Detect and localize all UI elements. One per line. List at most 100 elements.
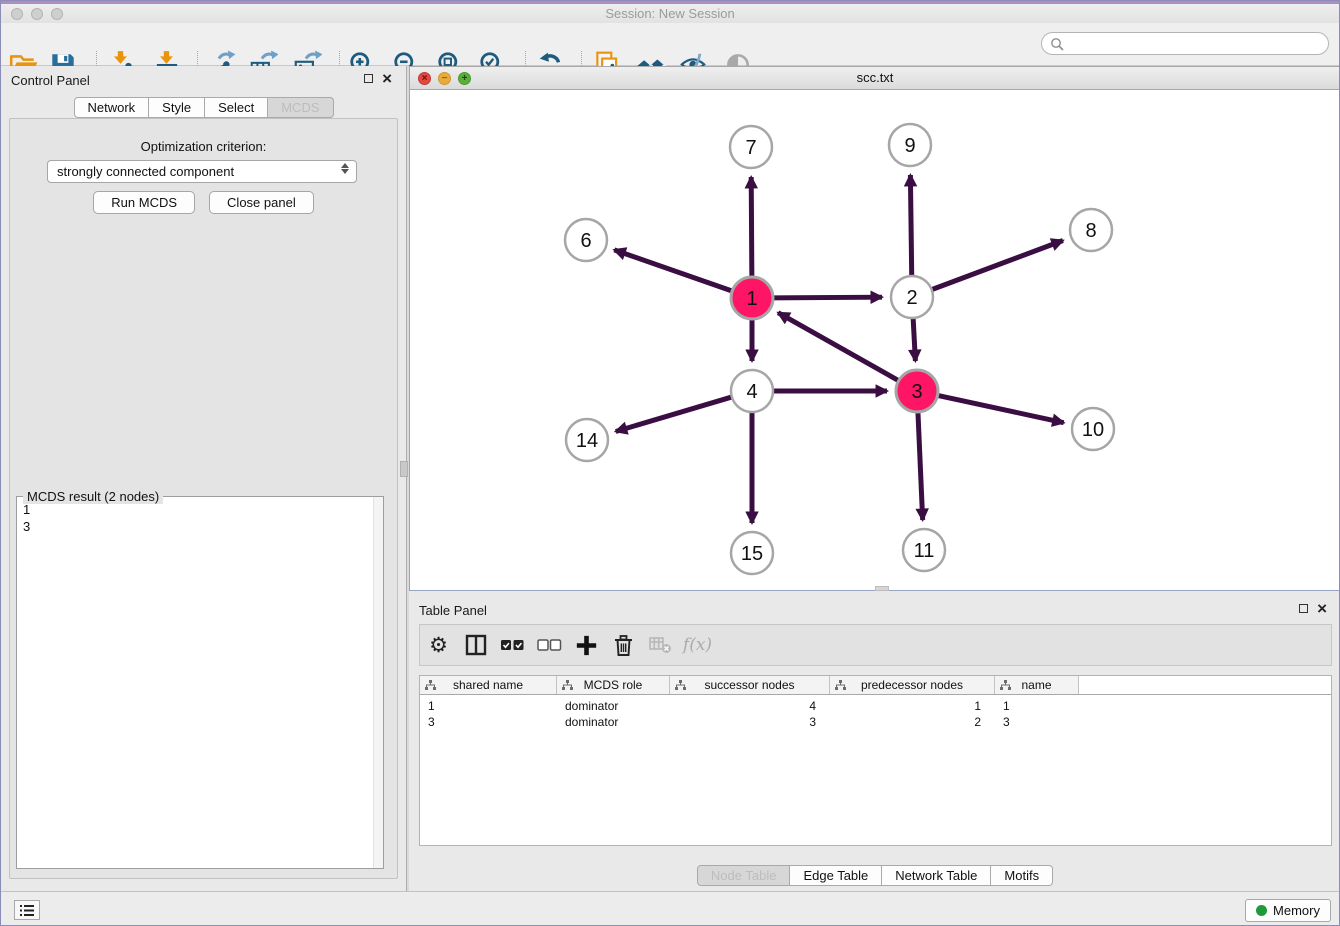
column-header-successor-nodes[interactable]: successor nodes	[670, 676, 830, 694]
tab-node-table[interactable]: Node Table	[697, 865, 791, 886]
search-box[interactable]	[1041, 32, 1329, 55]
mcds-result-text[interactable]: 13	[17, 499, 371, 868]
network-window-titlebar[interactable]: × − + scc.txt	[409, 66, 1340, 90]
tab-select[interactable]: Select	[205, 97, 268, 118]
window-title: Session: New Session	[1, 4, 1339, 23]
splitter-handle[interactable]	[400, 461, 408, 477]
select-all-check-icon[interactable]	[494, 628, 531, 662]
network-close-button[interactable]: ×	[418, 72, 431, 85]
tab-edge-table[interactable]: Edge Table	[790, 865, 882, 886]
optimization-criterion-dropdown[interactable]: strongly connected component	[47, 160, 357, 183]
delete-table-icon	[642, 628, 679, 662]
node-label-14: 14	[576, 430, 598, 452]
tab-style[interactable]: Style	[149, 97, 205, 118]
table-panel-tabs: Node TableEdge TableNetwork TableMotifs	[409, 865, 1340, 886]
mcds-panel: Optimization criterion: strongly connect…	[9, 118, 398, 879]
status-bar: Memory	[1, 891, 1339, 926]
run-mcds-button[interactable]: Run MCDS	[93, 191, 195, 214]
hierarchy-icon	[562, 680, 573, 691]
dropdown-value: strongly connected component	[57, 164, 234, 179]
search-icon	[1050, 37, 1065, 52]
hierarchy-icon	[835, 680, 846, 691]
float-panel-icon[interactable]	[364, 74, 373, 83]
network-zoom-button[interactable]: +	[458, 72, 471, 85]
table-panel-title: Table Panel	[419, 603, 487, 618]
node-label-8: 8	[1085, 220, 1096, 242]
table-row[interactable]: 3dominator323	[420, 714, 1331, 730]
tab-network-table[interactable]: Network Table	[882, 865, 991, 886]
column-header-shared-name[interactable]: shared name	[420, 676, 557, 694]
node-label-7: 7	[745, 137, 756, 159]
maximize-window-button[interactable]	[51, 8, 63, 20]
table-row[interactable]: 1dominator411	[420, 698, 1331, 714]
hierarchy-icon	[1000, 680, 1011, 691]
node-table: shared nameMCDS rolesuccessor nodesprede…	[419, 675, 1332, 846]
main-toolbar	[1, 23, 1339, 66]
hierarchy-icon	[425, 680, 436, 691]
close-panel-icon[interactable]: ×	[382, 73, 392, 84]
node-label-1: 1	[746, 288, 757, 310]
tab-motifs[interactable]: Motifs	[991, 865, 1053, 886]
control-panel-tabs: NetworkStyleSelectMCDS	[73, 97, 333, 118]
network-canvas[interactable]: 7968124314101511	[409, 90, 1340, 591]
application-window: Session: New Session	[0, 0, 1340, 926]
optimization-criterion-label: Optimization criterion:	[10, 139, 397, 154]
column-header-name[interactable]: name	[995, 676, 1079, 694]
float-table-panel-icon[interactable]	[1299, 604, 1308, 613]
table-body: 1dominator4113dominator323	[420, 698, 1331, 730]
edge-1-2[interactable]	[772, 297, 882, 298]
node-label-4: 4	[746, 381, 757, 403]
list-icon	[19, 904, 35, 917]
network-resize-handle[interactable]	[875, 586, 889, 591]
column-visibility-icon[interactable]	[457, 628, 494, 662]
edge-1-7[interactable]	[751, 177, 752, 278]
task-history-button[interactable]	[14, 900, 40, 920]
title-bar: Session: New Session	[1, 4, 1339, 23]
edge-2-8[interactable]	[931, 241, 1063, 290]
network-window-title: scc.txt	[410, 67, 1340, 89]
tab-mcds[interactable]: MCDS	[268, 97, 333, 118]
network-graph[interactable]: 7968124314101511	[410, 90, 1340, 589]
memory-button[interactable]: Memory	[1245, 899, 1331, 922]
memory-label: Memory	[1273, 903, 1320, 918]
apply-function-icon: f(x)	[679, 628, 716, 662]
deselect-all-check-icon[interactable]	[531, 628, 568, 662]
delete-column-icon[interactable]	[605, 628, 642, 662]
edge-3-1[interactable]	[778, 313, 899, 381]
column-header-MCDS-role[interactable]: MCDS role	[557, 676, 670, 694]
close-window-button[interactable]	[11, 8, 23, 20]
edge-3-11[interactable]	[918, 411, 923, 520]
search-input[interactable]	[1068, 34, 1318, 53]
edge-4-14[interactable]	[616, 397, 733, 432]
table-header-row: shared nameMCDS rolesuccessor nodesprede…	[420, 676, 1331, 695]
edge-2-9[interactable]	[910, 175, 911, 277]
window-controls	[11, 8, 63, 20]
table-settings-icon[interactable]: ⚙	[420, 628, 457, 662]
tab-network[interactable]: Network	[73, 97, 149, 118]
close-panel-button[interactable]: Close panel	[209, 191, 314, 214]
node-label-10: 10	[1082, 419, 1104, 441]
edge-3-10[interactable]	[937, 395, 1064, 422]
result-scrollbar[interactable]	[373, 497, 383, 868]
table-panel: Table Panel × ⚙	[409, 596, 1340, 891]
edge-2-3[interactable]	[913, 317, 915, 361]
control-panel: Control Panel × NetworkStyleSelectMCDS O…	[1, 66, 406, 891]
control-panel-title: Control Panel	[11, 73, 90, 88]
edge-1-6[interactable]	[614, 250, 733, 292]
hierarchy-icon	[675, 680, 686, 691]
mcds-result-box: MCDS result (2 nodes) 13	[16, 496, 384, 869]
column-header-predecessor-nodes[interactable]: predecessor nodes	[830, 676, 995, 694]
node-label-2: 2	[906, 287, 917, 309]
table-toolbar: ⚙ f(x)	[419, 624, 1332, 666]
node-label-6: 6	[580, 230, 591, 252]
minimize-window-button[interactable]	[31, 8, 43, 20]
node-label-15: 15	[741, 543, 763, 565]
dropdown-stepper-icon	[341, 163, 349, 174]
memory-status-icon	[1256, 905, 1267, 916]
node-label-11: 11	[914, 540, 935, 562]
node-label-3: 3	[911, 381, 922, 403]
network-view-window: × − + scc.txt 7968124314101511	[409, 66, 1340, 591]
add-column-icon[interactable]	[568, 628, 605, 662]
network-minimize-button[interactable]: −	[438, 72, 451, 85]
close-table-panel-icon[interactable]: ×	[1317, 603, 1327, 614]
